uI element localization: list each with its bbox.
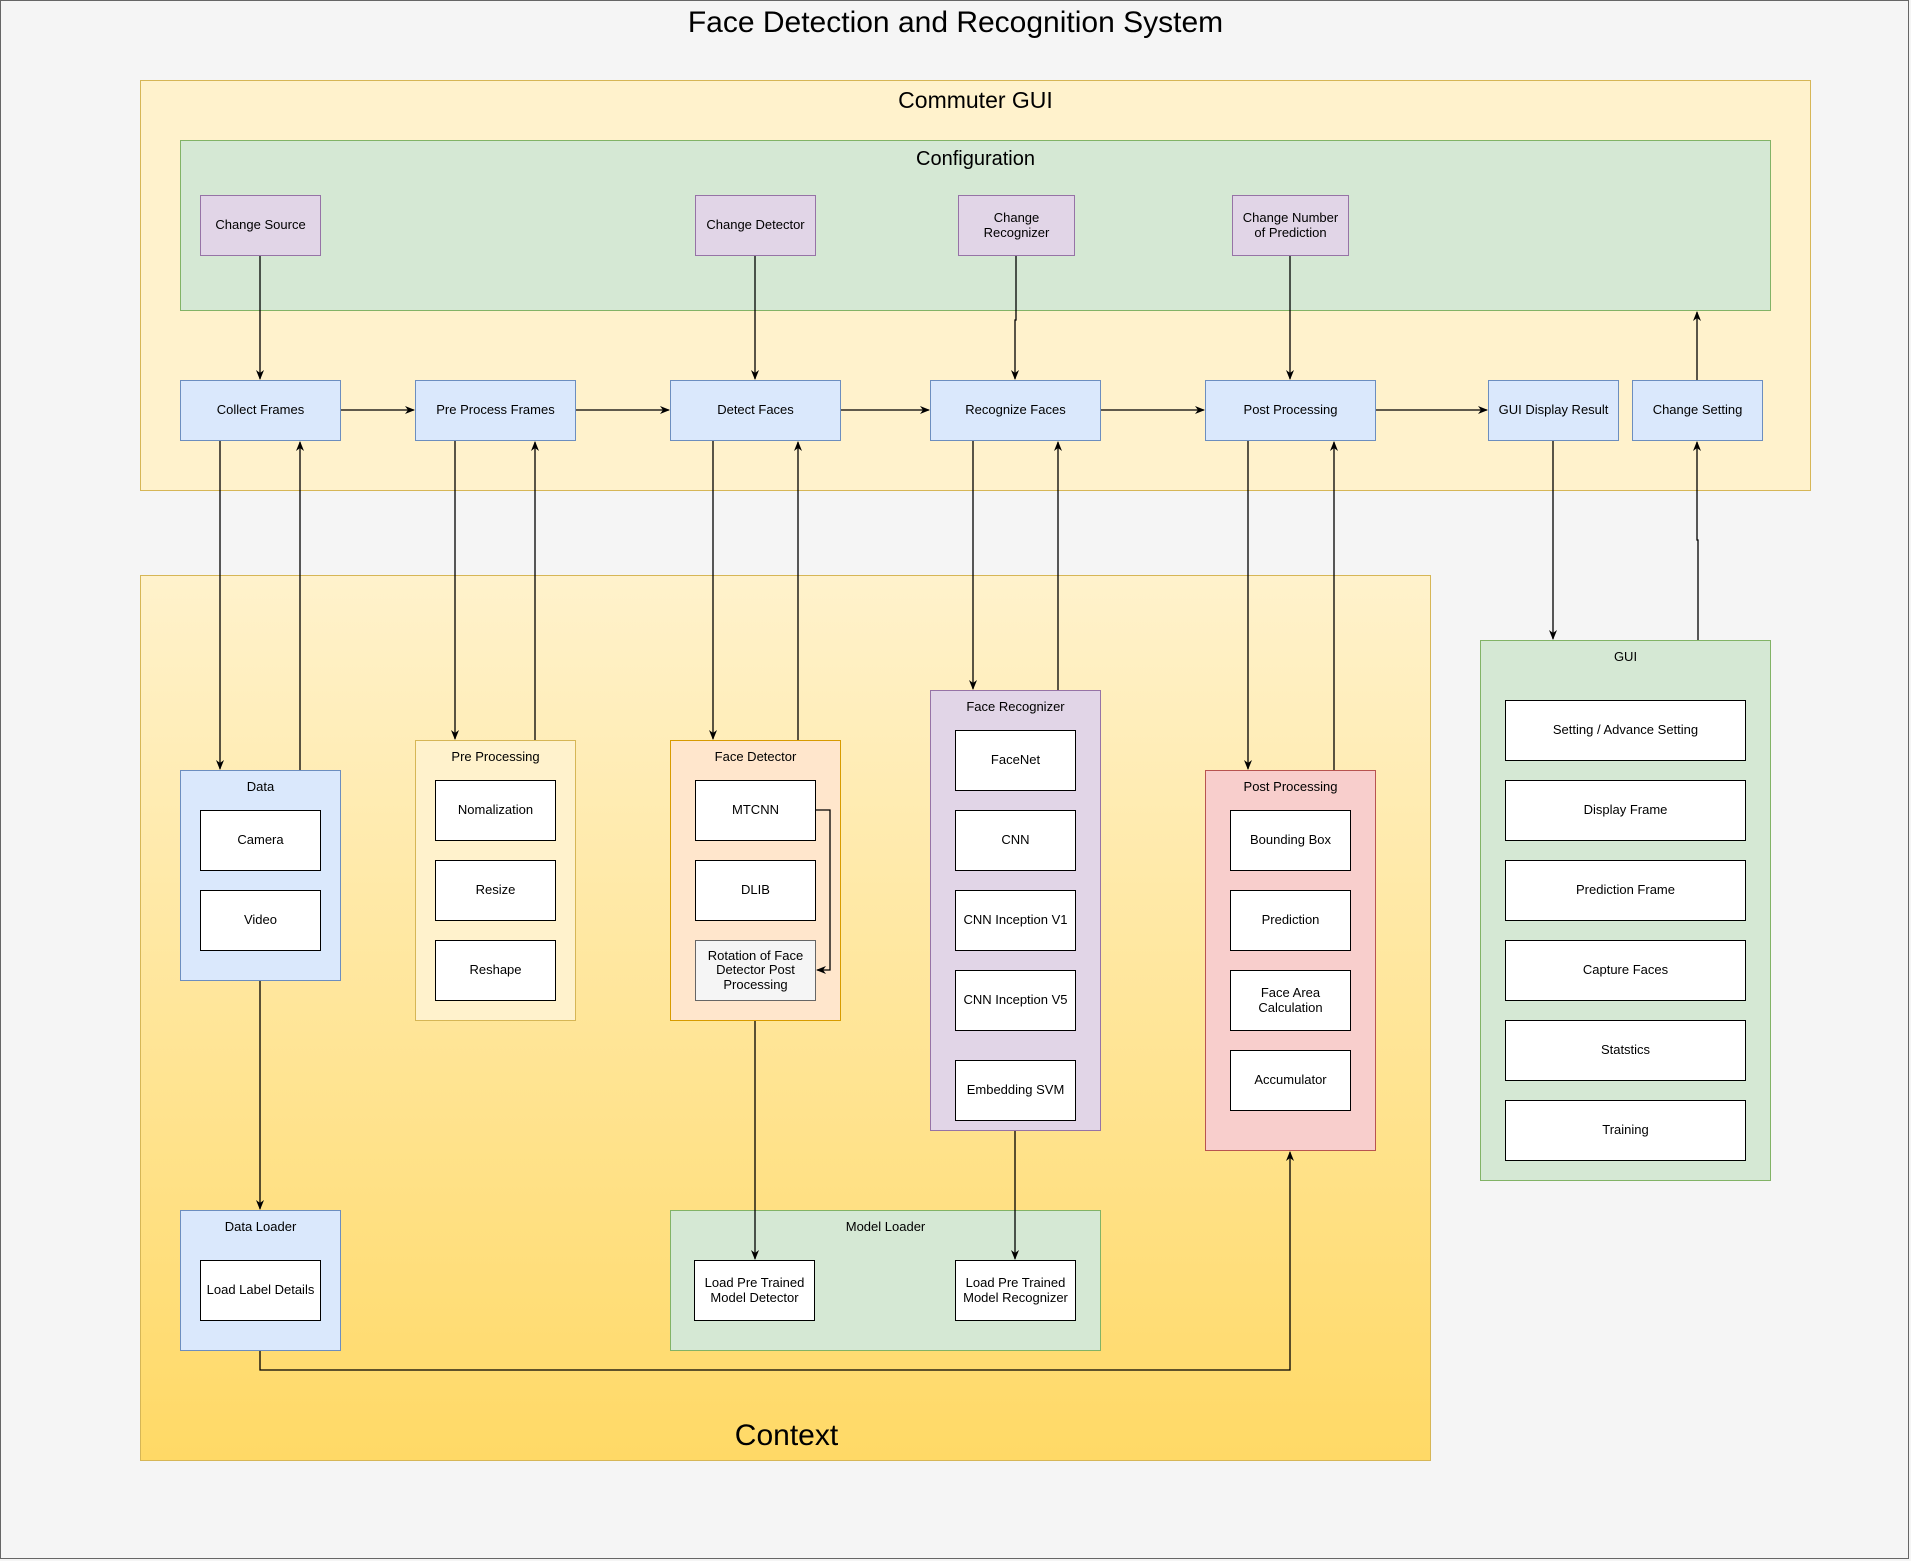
cnn-inception-v1-node[interactable]: CNN Inception V1: [955, 890, 1076, 951]
statistics-node[interactable]: Statstics: [1505, 1020, 1746, 1081]
bounding-box-node[interactable]: Bounding Box: [1230, 810, 1351, 871]
load-label-details-node[interactable]: Load Label Details: [200, 1260, 321, 1321]
detect-faces-node[interactable]: Detect Faces: [670, 380, 841, 441]
change-source-node[interactable]: Change Source: [200, 195, 321, 256]
load-pretrained-recognizer-node[interactable]: Load Pre Trained Model Recognizer: [955, 1260, 1076, 1321]
collect-frames-node[interactable]: Collect Frames: [180, 380, 341, 441]
change-number-of-prediction-node[interactable]: Change Number of Prediction: [1232, 195, 1349, 256]
rotation-post-processing-node[interactable]: Rotation of Face Detector Post Processin…: [695, 940, 816, 1001]
recognize-faces-node[interactable]: Recognize Faces: [930, 380, 1101, 441]
change-recognizer-node[interactable]: Change Recognizer: [958, 195, 1075, 256]
facenet-node[interactable]: FaceNet: [955, 730, 1076, 791]
accumulator-node[interactable]: Accumulator: [1230, 1050, 1351, 1111]
configuration-label: Configuration: [916, 148, 1035, 170]
video-node[interactable]: Video: [200, 890, 321, 951]
model-loader-title: Model Loader: [845, 1219, 926, 1234]
data-loader-title: Data Loader: [224, 1219, 297, 1234]
change-detector-node[interactable]: Change Detector: [695, 195, 816, 256]
normalization-node[interactable]: Nomalization: [435, 780, 556, 841]
embedding-svm-node[interactable]: Embedding SVM: [955, 1060, 1076, 1121]
cnn-inception-v5-node[interactable]: CNN Inception V5: [955, 970, 1076, 1031]
pre-processing-title: Pre Processing: [451, 749, 540, 764]
mtcnn-node[interactable]: MTCNN: [695, 780, 816, 841]
change-setting-node[interactable]: Change Setting: [1632, 380, 1763, 441]
cnn-node[interactable]: CNN: [955, 810, 1076, 871]
resize-node[interactable]: Resize: [435, 860, 556, 921]
context-label: Context: [734, 1419, 839, 1452]
prediction-frame-node[interactable]: Prediction Frame: [1505, 860, 1746, 921]
load-pretrained-detector-node[interactable]: Load Pre Trained Model Detector: [694, 1260, 815, 1321]
reshape-node[interactable]: Reshape: [435, 940, 556, 1001]
diagram-title: Face Detection and Recognition System: [687, 6, 1224, 39]
gui-display-result-node[interactable]: GUI Display Result: [1488, 380, 1619, 441]
prediction-node[interactable]: Prediction: [1230, 890, 1351, 951]
camera-node[interactable]: Camera: [200, 810, 321, 871]
face-detector-title: Face Detector: [714, 749, 797, 764]
data-title: Data: [246, 779, 275, 794]
dlib-node[interactable]: DLIB: [695, 860, 816, 921]
training-node[interactable]: Training: [1505, 1100, 1746, 1161]
post-processing-node[interactable]: Post Processing: [1205, 380, 1376, 441]
gui-title: GUI: [1613, 649, 1638, 664]
display-frame-node[interactable]: Display Frame: [1505, 780, 1746, 841]
face-recognizer-title: Face Recognizer: [966, 699, 1065, 714]
post-processing-title: Post Processing: [1243, 779, 1338, 794]
setting-advance-setting-node[interactable]: Setting / Advance Setting: [1505, 700, 1746, 761]
capture-faces-node[interactable]: Capture Faces: [1505, 940, 1746, 1001]
face-area-calculation-node[interactable]: Face Area Calculation: [1230, 970, 1351, 1031]
pre-process-frames-node[interactable]: Pre Process Frames: [415, 380, 576, 441]
commuter-gui-label: Commuter GUI: [898, 87, 1053, 113]
